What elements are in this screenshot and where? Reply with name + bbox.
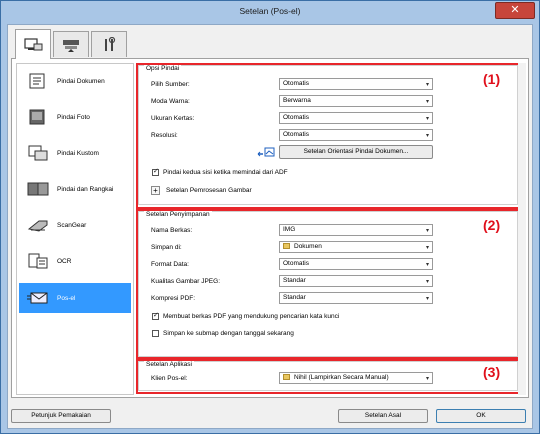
email-icon <box>27 292 48 304</box>
scanner-computer-icon <box>24 37 43 50</box>
sidebar: Pindai Dokumen Pindai Foto Pindai Kustom… <box>16 63 134 395</box>
sidebar-item-label: Pindai dan Rangkai <box>57 185 114 193</box>
document-scan-icon <box>29 73 45 89</box>
defaults-button[interactable]: Setelan Asal <box>338 409 428 423</box>
tab-strip <box>11 29 531 59</box>
close-button[interactable]: ✕ <box>495 2 535 19</box>
settings-content: Opsi Pindai Pilih Sumber: Otomatis ▾ Moda… <box>136 63 526 395</box>
tools-icon <box>105 36 116 51</box>
sidebar-item-pos-el[interactable]: Pos-el <box>19 283 131 313</box>
highlight-box-3 <box>136 359 522 394</box>
tab-scan-from-computer[interactable] <box>15 29 51 59</box>
stitch-scan-icon <box>27 182 49 196</box>
custom-scan-icon <box>28 145 48 161</box>
marker-3: (3) <box>483 364 501 380</box>
footer: Petunjuk Pemakaian Setelan Asal OK <box>8 403 532 429</box>
sidebar-item-label: Pindai Dokumen <box>57 77 105 85</box>
sidebar-item-ocr[interactable]: OCR <box>19 247 131 275</box>
dialog-client: Pindai Dokumen Pindai Foto Pindai Kustom… <box>7 24 533 429</box>
sidebar-item-label: ScanGear <box>57 221 87 229</box>
highlight-box-2 <box>136 209 522 359</box>
sidebar-item-pindai-kustom[interactable]: Pindai Kustom <box>19 139 131 167</box>
ok-button[interactable]: OK <box>436 409 526 423</box>
settings-window: Setelan (Pos-el) ✕ Pindai Dokumen Pindai… <box>0 0 540 434</box>
sidebar-item-label: Pindai Foto <box>57 113 90 121</box>
scanner-icon <box>63 39 79 52</box>
marker-2: (2) <box>483 217 501 233</box>
vertical-scrollbar[interactable] <box>518 63 526 395</box>
sidebar-item-label: Pindai Kustom <box>57 149 99 157</box>
highlight-box-1 <box>136 63 522 209</box>
window-title: Setelan (Pos-el) <box>239 6 301 16</box>
photo-scan-icon <box>29 109 45 125</box>
sidebar-item-pindai-foto[interactable]: Pindai Foto <box>19 103 131 131</box>
tab-panel: Pindai Dokumen Pindai Foto Pindai Kustom… <box>11 58 529 398</box>
sidebar-item-scangear[interactable]: ScanGear <box>19 211 131 239</box>
help-button[interactable]: Petunjuk Pemakaian <box>11 409 111 423</box>
tab-general-settings[interactable] <box>91 31 127 57</box>
sidebar-item-label: Pos-el <box>57 294 76 302</box>
tab-scan-from-panel[interactable] <box>53 31 89 57</box>
marker-1: (1) <box>483 71 501 87</box>
scangear-icon <box>27 220 48 232</box>
ocr-icon <box>28 253 48 269</box>
sidebar-item-pindai-rangkai[interactable]: Pindai dan Rangkai <box>19 175 131 203</box>
sidebar-item-pindai-dokumen[interactable]: Pindai Dokumen <box>19 67 131 95</box>
sidebar-item-label: OCR <box>57 257 72 265</box>
